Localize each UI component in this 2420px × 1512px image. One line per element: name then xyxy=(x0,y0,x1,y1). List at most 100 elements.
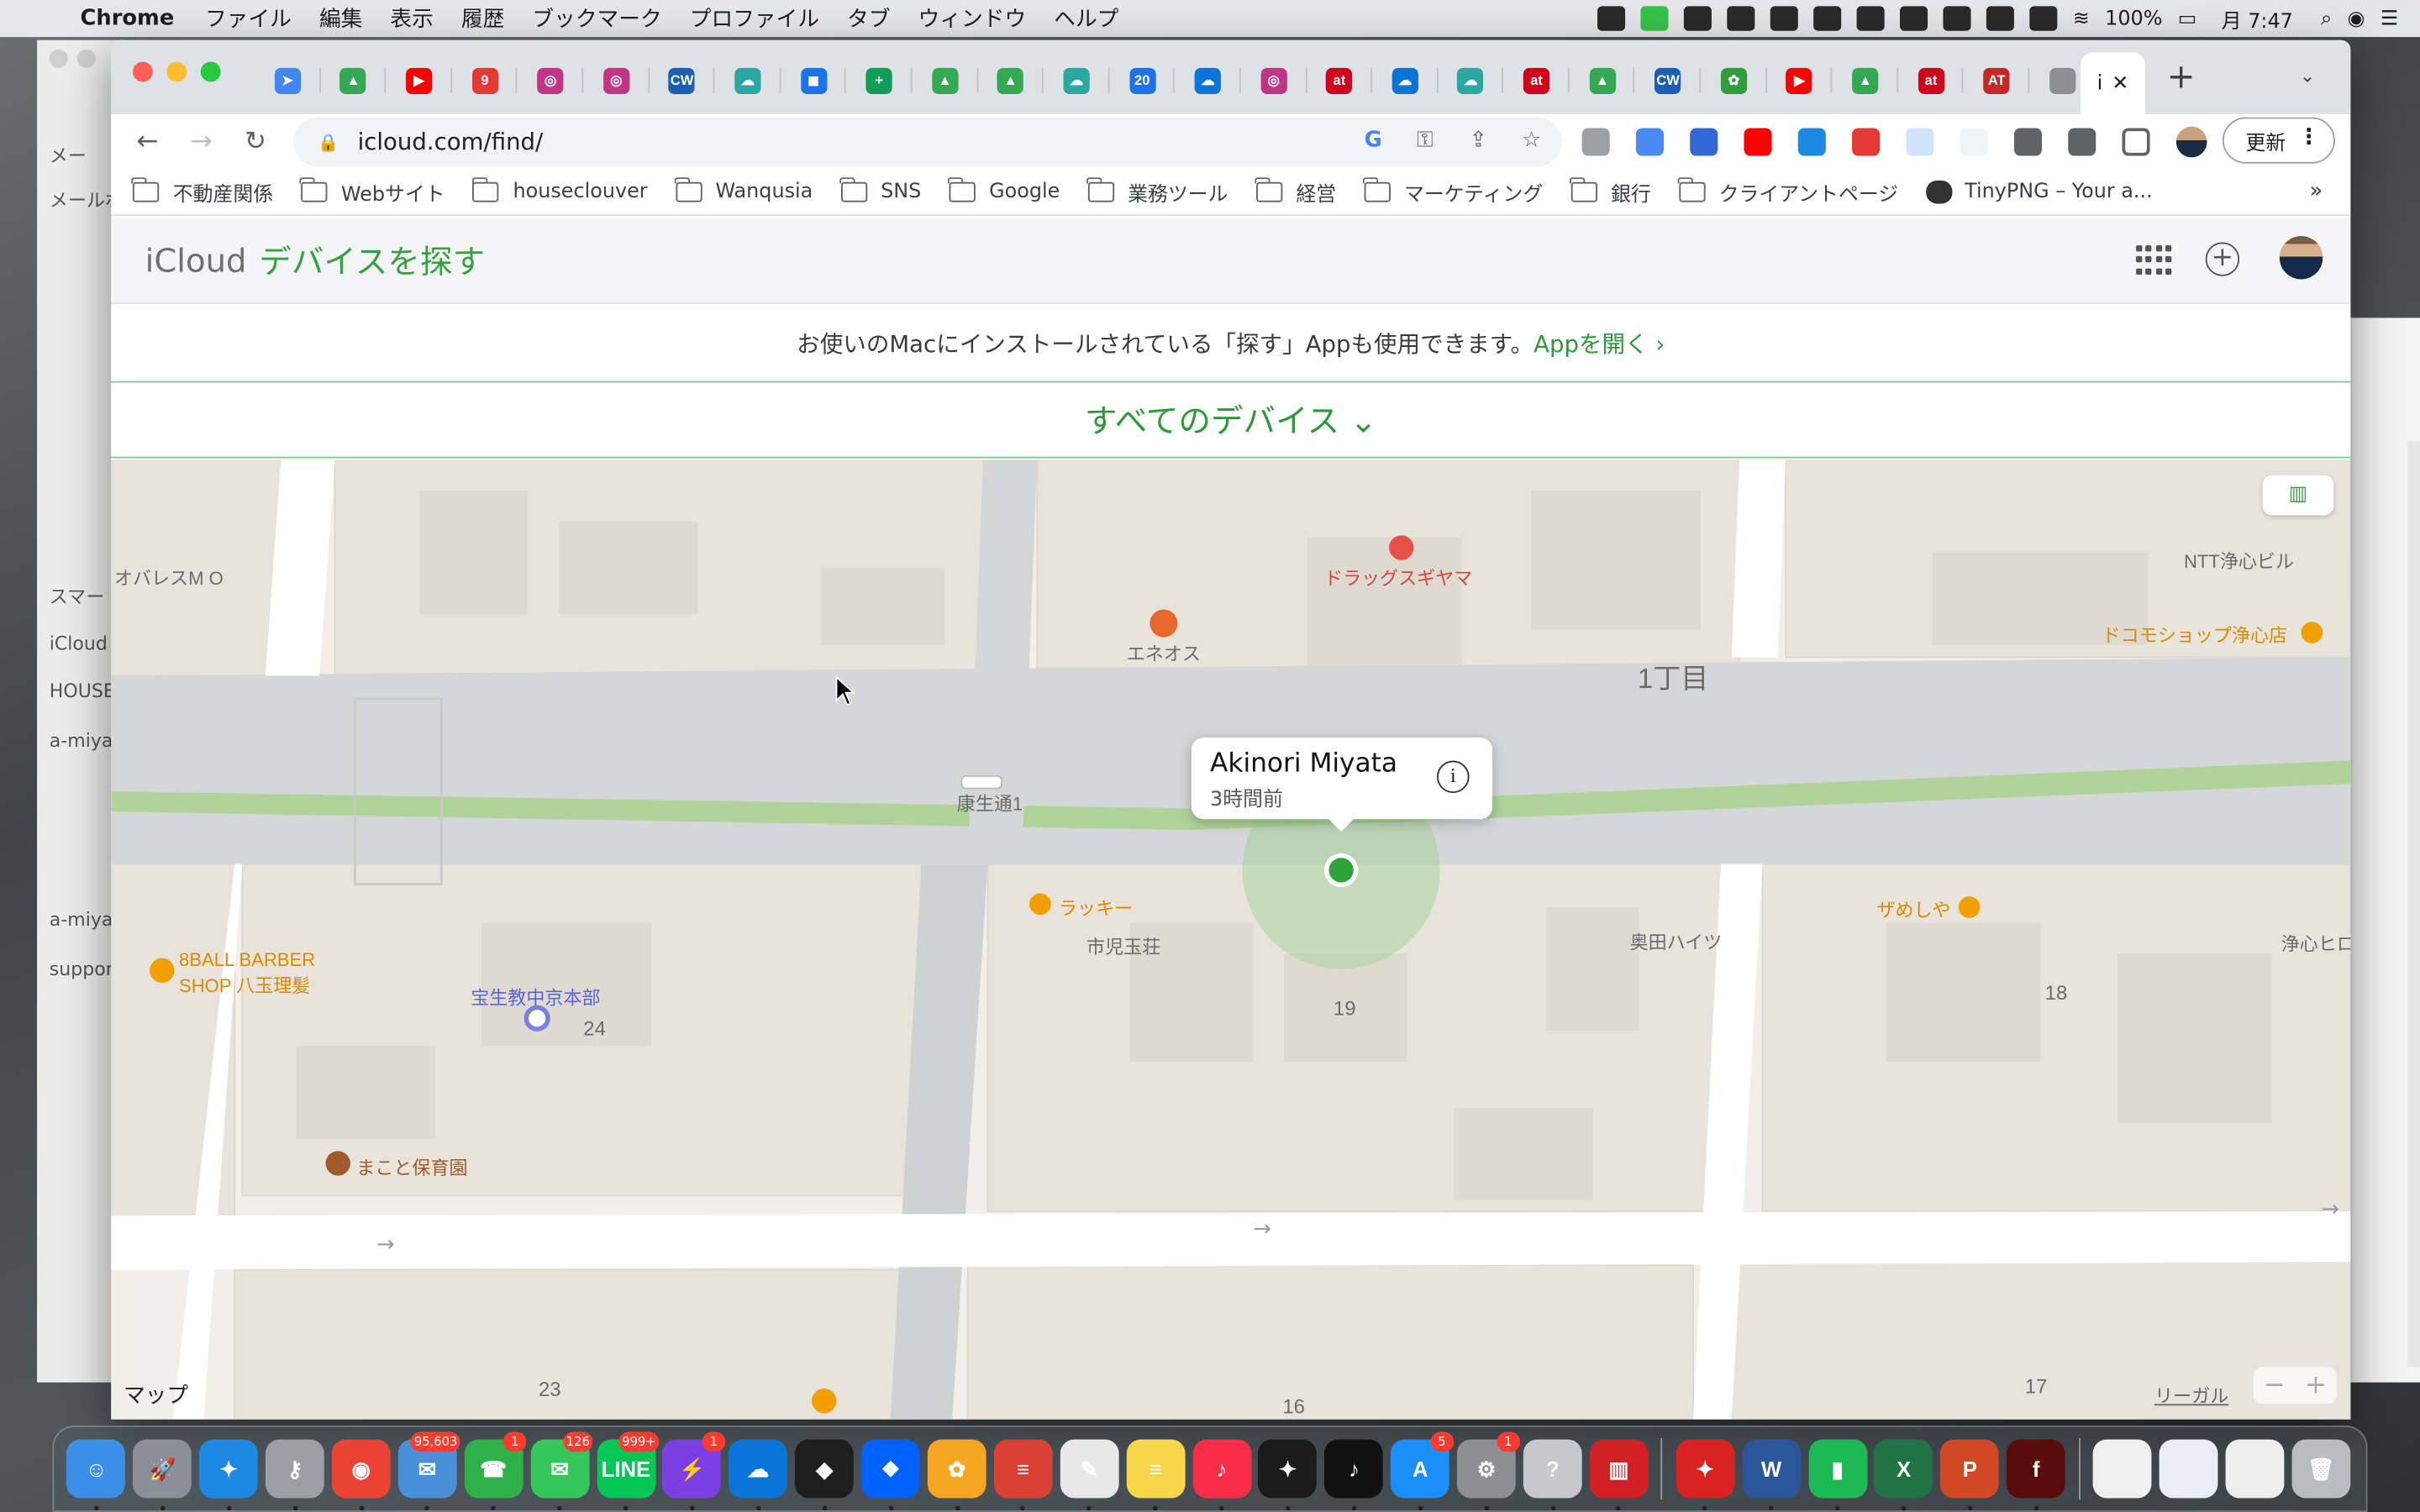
bookmark-folder[interactable]: houseclouver xyxy=(471,177,648,207)
pinned-tab[interactable]: 20 xyxy=(1109,65,1175,96)
pinned-tab[interactable]: ☁ xyxy=(715,65,781,96)
open-app-link[interactable]: Appを開く › xyxy=(1534,330,1665,358)
wd-status-icon[interactable] xyxy=(1683,6,1712,31)
active-tab[interactable]: i ✕ xyxy=(2080,52,2146,114)
bookmark-folder[interactable]: 不動産関係 xyxy=(131,177,273,207)
more-menu-icon[interactable]: ⋮ xyxy=(2298,125,2320,150)
place-label[interactable]: まこと保育園 xyxy=(356,1154,467,1180)
dock-item[interactable]: P xyxy=(1937,1436,2003,1511)
pinned-tab[interactable]: ▶ xyxy=(1766,65,1832,96)
youtube-extension-icon[interactable] xyxy=(1744,128,1772,156)
app-menu[interactable]: Chrome xyxy=(81,6,175,30)
dock-item[interactable]: ≡ xyxy=(990,1436,1056,1511)
place-label[interactable]: NTT浄心ビル xyxy=(2184,548,2294,574)
close-tab-icon[interactable]: ✕ xyxy=(2112,71,2128,95)
clock[interactable]: 月 7:47 xyxy=(2222,4,2293,34)
formula-extension-icon[interactable] xyxy=(1960,128,1988,156)
back-button[interactable]: ← xyxy=(120,127,174,158)
status-icon[interactable] xyxy=(1770,6,1798,31)
lock-icon[interactable]: 🔒 xyxy=(318,132,339,152)
figma-extension-icon[interactable] xyxy=(2013,128,2042,156)
status-icon[interactable] xyxy=(1597,6,1626,31)
add-icon[interactable]: + xyxy=(2205,242,2240,276)
pinned-tab[interactable]: ☁ xyxy=(1044,65,1109,96)
dock-item[interactable]: A5 xyxy=(1387,1431,1454,1511)
place-label[interactable]: 市児玉荘 xyxy=(1086,933,1160,959)
dock-item[interactable]: ✿ xyxy=(923,1436,990,1511)
bookmark-folder[interactable]: 銀行 xyxy=(1570,177,1651,207)
pinned-tab[interactable]: 9 xyxy=(452,65,518,96)
pinned-tab[interactable]: ▲ xyxy=(912,65,977,96)
reload-button[interactable]: ↻ xyxy=(229,127,282,158)
pinned-tab[interactable]: ➤ xyxy=(255,65,320,96)
dock-item[interactable]: ☺ xyxy=(63,1436,129,1511)
pinned-tab[interactable]: ▲ xyxy=(1570,65,1635,96)
dock-item[interactable]: ▥ xyxy=(1586,1436,1652,1511)
pinned-tab[interactable]: ✿ xyxy=(1701,65,1766,96)
bookmark-folder[interactable]: 経営 xyxy=(1255,177,1336,207)
pinned-tab[interactable]: ◎ xyxy=(583,65,649,96)
dock-item[interactable]: ✦ xyxy=(1255,1436,1321,1511)
bookmark-folder[interactable]: Wanqusia xyxy=(674,177,813,207)
place-label[interactable]: エネオス xyxy=(1127,640,1201,666)
pinned-tab[interactable]: ▲ xyxy=(1833,65,1898,96)
map-type-icon[interactable]: ▥ xyxy=(2262,475,2334,516)
pinned-tab[interactable]: ☁ xyxy=(1438,65,1503,96)
battery-icon[interactable]: ▭ xyxy=(2178,7,2197,30)
dock-item[interactable]: ✦ xyxy=(196,1436,262,1511)
device-callout[interactable]: Akinori Miyata 3時間前 i xyxy=(1191,737,1493,832)
control-center-icon[interactable]: ☰ xyxy=(2381,7,2398,30)
block-number[interactable]: 24 xyxy=(583,1016,606,1040)
place-label[interactable]: SHOP 八玉理髪 xyxy=(179,972,310,998)
block-number[interactable]: 19 xyxy=(1334,997,1356,1021)
dock-item[interactable]: ❖ xyxy=(858,1436,924,1511)
stop-label[interactable]: 康生通1 xyxy=(957,790,1023,816)
input-source-icon[interactable] xyxy=(2029,6,2058,31)
block-number[interactable]: 18 xyxy=(2045,981,2068,1005)
pinned-tab[interactable]: ☁ xyxy=(1175,65,1240,96)
dock-item[interactable]: ◆ xyxy=(792,1436,858,1511)
dock-item[interactable]: ♪ xyxy=(1189,1436,1255,1511)
block-number[interactable]: 17 xyxy=(2025,1375,2048,1399)
legal-link[interactable]: リーガル xyxy=(2154,1383,2228,1409)
update-button[interactable]: 更新 ⋮ xyxy=(2222,117,2335,164)
pinned-tab[interactable]: at xyxy=(1898,65,1964,96)
pinned-tab[interactable]: CW xyxy=(1635,65,1701,96)
info-icon[interactable]: i xyxy=(1436,760,1470,794)
url-text[interactable]: icloud.com/find/ xyxy=(358,128,544,155)
status-icon[interactable] xyxy=(1900,6,1928,31)
dock-item[interactable]: X xyxy=(1870,1436,1937,1511)
password-key-icon[interactable]: ⚿ xyxy=(1417,128,1434,152)
pinned-tab[interactable]: ◼ xyxy=(781,65,846,96)
extension-icon[interactable] xyxy=(1581,128,1610,156)
battery-percent[interactable]: 100% xyxy=(2105,7,2162,30)
pinned-tab[interactable]: AT xyxy=(1964,65,2029,96)
menu-item[interactable]: ファイル xyxy=(205,3,292,34)
wifi-icon[interactable]: ≋ xyxy=(2073,7,2090,30)
google-icon[interactable]: G xyxy=(1365,128,1382,152)
extension-icon[interactable] xyxy=(1797,128,1826,156)
pinned-tab[interactable]: at xyxy=(1503,65,1569,96)
account-avatar[interactable] xyxy=(2279,236,2323,280)
minimize-window-button[interactable] xyxy=(166,61,187,82)
dock-item[interactable]: ▮ xyxy=(1804,1436,1870,1511)
bookmark-folder[interactable]: Google xyxy=(948,177,1060,207)
pinned-tab[interactable]: + xyxy=(846,65,912,96)
place-label[interactable]: オバレスM O xyxy=(114,564,224,591)
dock-item[interactable]: W xyxy=(1739,1436,1805,1511)
status-icon[interactable] xyxy=(1943,6,1971,31)
place-label[interactable]: ザめしや xyxy=(1876,896,1950,922)
dock-item[interactable]: ✎ xyxy=(1056,1436,1123,1511)
translate-extension-icon[interactable] xyxy=(1635,128,1664,156)
status-icon[interactable] xyxy=(1727,6,1755,31)
pinned-tab[interactable]: ☁ xyxy=(1372,65,1438,96)
pinned-tab[interactable]: at xyxy=(1307,65,1372,96)
dock-item[interactable]: ◉ xyxy=(328,1436,394,1511)
dock-item[interactable]: ? xyxy=(1519,1436,1586,1511)
place-label[interactable]: 奥田ハイツ xyxy=(1630,929,1723,955)
dock-item[interactable]: ≡ xyxy=(1123,1436,1189,1511)
zoom-in-button[interactable]: + xyxy=(2305,1370,2327,1401)
place-label[interactable]: 8BALL BARBER xyxy=(179,949,315,971)
status-icon[interactable] xyxy=(1813,6,1842,31)
dock-item[interactable]: ✦ xyxy=(1672,1436,1739,1511)
